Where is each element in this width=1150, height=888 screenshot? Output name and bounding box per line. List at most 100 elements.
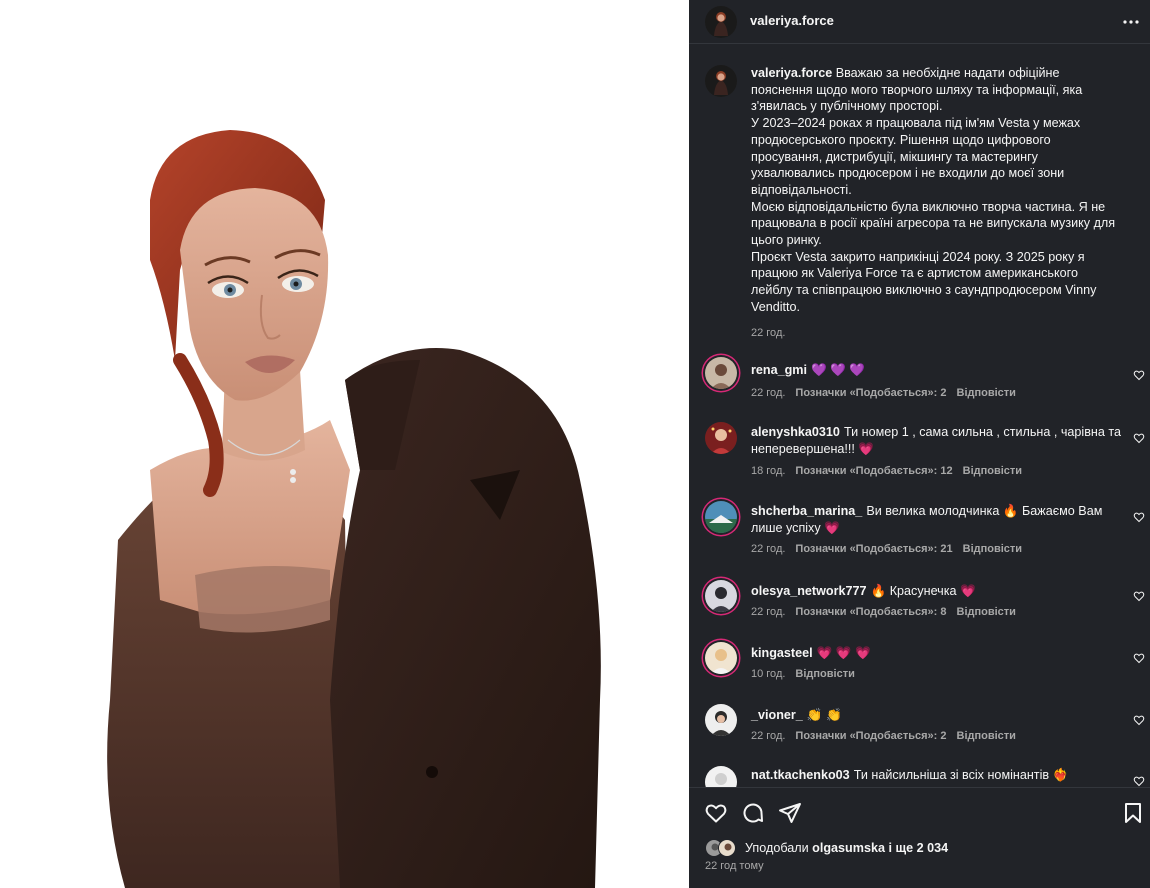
likes-count[interactable]: і ще 2 034 — [888, 841, 948, 855]
reply-button[interactable]: Відповісти — [957, 606, 1016, 618]
likes-text[interactable]: Уподобали olgasumska і ще 2 034 — [745, 841, 948, 855]
likes-username[interactable]: olgasumska — [812, 841, 885, 855]
comment-time[interactable]: 18 год. — [751, 465, 785, 477]
post-actions: Уподобали olgasumska і ще 2 034 22 год т… — [689, 787, 1150, 888]
comment-meta: 22 год. Позначки «Подобається»: 2 Відповіс… — [751, 730, 1026, 742]
comment-meta: 18 год. Позначки «Подобається»: 12 Відпові… — [751, 465, 1032, 477]
comment-item: _vioner_ 👏 👏 22 год. Позначки «Подобається… — [705, 704, 1145, 764]
comment-time[interactable]: 22 год. — [751, 543, 785, 555]
heart-icon[interactable] — [1133, 714, 1145, 726]
post-header: valeriya.force — [689, 0, 1150, 44]
comment-content: 🔥 Красунечка 💗 — [870, 584, 976, 598]
heart-icon[interactable] — [1133, 511, 1145, 523]
comment-item: kingasteel 💗 💗 💗 10 год. Відповісти — [705, 642, 1145, 702]
comment-likes[interactable]: Позначки «Подобається»: 2 — [795, 387, 946, 399]
heart-icon[interactable] — [1133, 775, 1145, 787]
caption-line: з'явилась у публічному просторі. — [751, 99, 943, 114]
comment-text: alenyshka0310 Ти номер 1 , сама сильна , … — [751, 424, 1131, 457]
comment-likes[interactable]: Позначки «Подобається»: 21 — [795, 543, 952, 555]
caption-avatar[interactable] — [705, 65, 737, 97]
comment-time[interactable]: 22 год. — [751, 730, 785, 742]
caption-line: відповідальності. — [751, 182, 852, 197]
comment-text: nat.tkachenko03 Ти найсильніша зі всіх но… — [751, 767, 1131, 784]
commenter-avatar[interactable] — [705, 422, 737, 454]
caption-line: У 2023–2024 роках я працювала під ім'ям … — [751, 116, 1081, 131]
reply-button[interactable]: Відповісти — [963, 465, 1022, 477]
comment-username[interactable]: shcherba_marina_ — [751, 504, 862, 518]
caption-text: valeriya.force Вважаю за необхідне надат… — [751, 65, 1134, 316]
reply-button[interactable]: Відповісти — [957, 730, 1016, 742]
commenter-avatar[interactable] — [705, 766, 737, 787]
comment-meta: 10 год. Відповісти — [751, 668, 865, 680]
caption-line: Проєкт Vesta закрито наприкінці 2024 рок… — [751, 249, 1085, 264]
comment-item: rena_gmi 💜 💜 💜 22 год. Позначки «Подобаєть… — [705, 357, 1145, 417]
caption-timestamp[interactable]: 22 год. — [751, 327, 785, 339]
heart-icon[interactable] — [1133, 369, 1145, 381]
comment-content: 👏 👏 — [806, 708, 842, 722]
comment-meta: 22 год. Позначки «Подобається»: 8 Відповіс… — [751, 606, 1026, 618]
comments-list[interactable]: valeriya.force Вважаю за необхідне надат… — [689, 45, 1150, 787]
post-timestamp[interactable]: 22 год тому — [705, 860, 764, 872]
caption-line: Моєю відповідальністю була виключно твор… — [751, 199, 1106, 214]
comment-icon[interactable] — [741, 801, 765, 825]
author-avatar[interactable] — [705, 6, 737, 38]
comment-username[interactable]: olesya_network777 — [751, 584, 867, 598]
reply-button[interactable]: Відповісти — [963, 543, 1022, 555]
share-icon[interactable] — [778, 801, 802, 825]
commenter-avatar[interactable] — [705, 580, 737, 612]
comment-content: 💗 💗 💗 — [816, 646, 871, 660]
comment-username[interactable]: _vioner_ — [751, 708, 803, 722]
comment-meta: 22 год. Позначки «Подобається»: 2 Відповіс… — [751, 387, 1026, 399]
caption-line: працюю як Valeriya Force та є артистом а… — [751, 266, 1078, 281]
comment-text: shcherba_marina_ Ви велика молодчинка 🔥 Б… — [751, 503, 1131, 536]
author-username[interactable]: valeriya.force — [750, 13, 834, 28]
caption-line: лейблу та співпрацюю виключно з саундпро… — [751, 283, 1097, 298]
portrait-illustration — [107, 130, 601, 888]
caption-line: цього ринку. — [751, 233, 822, 248]
comment-item: shcherba_marina_ Ви велика молодчинка 🔥 Б… — [705, 501, 1145, 561]
liker-avatar — [718, 839, 736, 857]
comment-content: 💜 💜 💜 — [811, 363, 866, 377]
caption-line: просування, дистрибуції, мікшингу та мас… — [751, 149, 1038, 164]
comment-text: olesya_network777 🔥 Красунечка 💗 — [751, 583, 1131, 600]
commenter-avatar[interactable] — [705, 642, 737, 674]
commenter-avatar[interactable] — [705, 357, 737, 389]
comment-username[interactable]: nat.tkachenko03 — [751, 768, 850, 782]
caption-line: продюсерського проєкту. Рішення щодо циф… — [751, 132, 1051, 147]
caption-line-text: Вважаю за необхідне надати офіційне — [835, 66, 1060, 80]
heart-icon[interactable] — [704, 801, 728, 825]
comment-username[interactable]: kingasteel — [751, 646, 813, 660]
comment-username[interactable]: alenyshka0310 — [751, 425, 840, 439]
comment-username[interactable]: rena_gmi — [751, 363, 807, 377]
comment-time[interactable]: 22 год. — [751, 387, 785, 399]
caption-username[interactable]: valeriya.force — [751, 66, 832, 80]
reply-button[interactable]: Відповісти — [795, 668, 854, 680]
reply-button[interactable]: Відповісти — [957, 387, 1016, 399]
comment-item: olesya_network777 🔥 Красунечка 💗 22 год. П… — [705, 580, 1145, 640]
more-horizontal-icon[interactable] — [1121, 12, 1141, 32]
post-sidebar: valeriya.force valeriya.force Вважаю за … — [689, 0, 1150, 888]
comment-item: nat.tkachenko03 Ти найсильніша зі всіх но… — [705, 766, 1145, 787]
comment-item: alenyshka0310 Ти номер 1 , сама сильна , … — [705, 422, 1145, 482]
post-image — [0, 0, 689, 888]
commenter-avatar[interactable] — [705, 704, 737, 736]
heart-icon[interactable] — [1133, 652, 1145, 664]
comment-content: Ти найсильніша зі всіх номінантів ❤️‍🔥 — [853, 768, 1069, 782]
comment-text: _vioner_ 👏 👏 — [751, 707, 1131, 724]
likes-summary[interactable]: Уподобали olgasumska і ще 2 034 — [705, 839, 1135, 859]
bookmark-icon[interactable] — [1121, 801, 1145, 825]
comment-text: kingasteel 💗 💗 💗 — [751, 645, 1131, 662]
heart-icon[interactable] — [1133, 432, 1145, 444]
comment-time[interactable]: 22 год. — [751, 606, 785, 618]
caption-line: valeriya.force Вважаю за необхідне надат… — [751, 65, 1134, 82]
comment-text: rena_gmi 💜 💜 💜 — [751, 362, 1131, 379]
comment-likes[interactable]: Позначки «Подобається»: 8 — [795, 606, 946, 618]
comment-likes[interactable]: Позначки «Подобається»: 12 — [795, 465, 952, 477]
heart-icon[interactable] — [1133, 590, 1145, 602]
caption-line: пояснення щодо мого творчого шляху та ін… — [751, 82, 1083, 97]
commenter-avatar[interactable] — [705, 501, 737, 533]
comment-time[interactable]: 10 год. — [751, 668, 785, 680]
caption-line: ухвалювались продюсером і не входили до … — [751, 166, 1065, 181]
comment-likes[interactable]: Позначки «Подобається»: 2 — [795, 730, 946, 742]
comment-meta: 22 год. Позначки «Подобається»: 21 Відпові… — [751, 543, 1032, 555]
